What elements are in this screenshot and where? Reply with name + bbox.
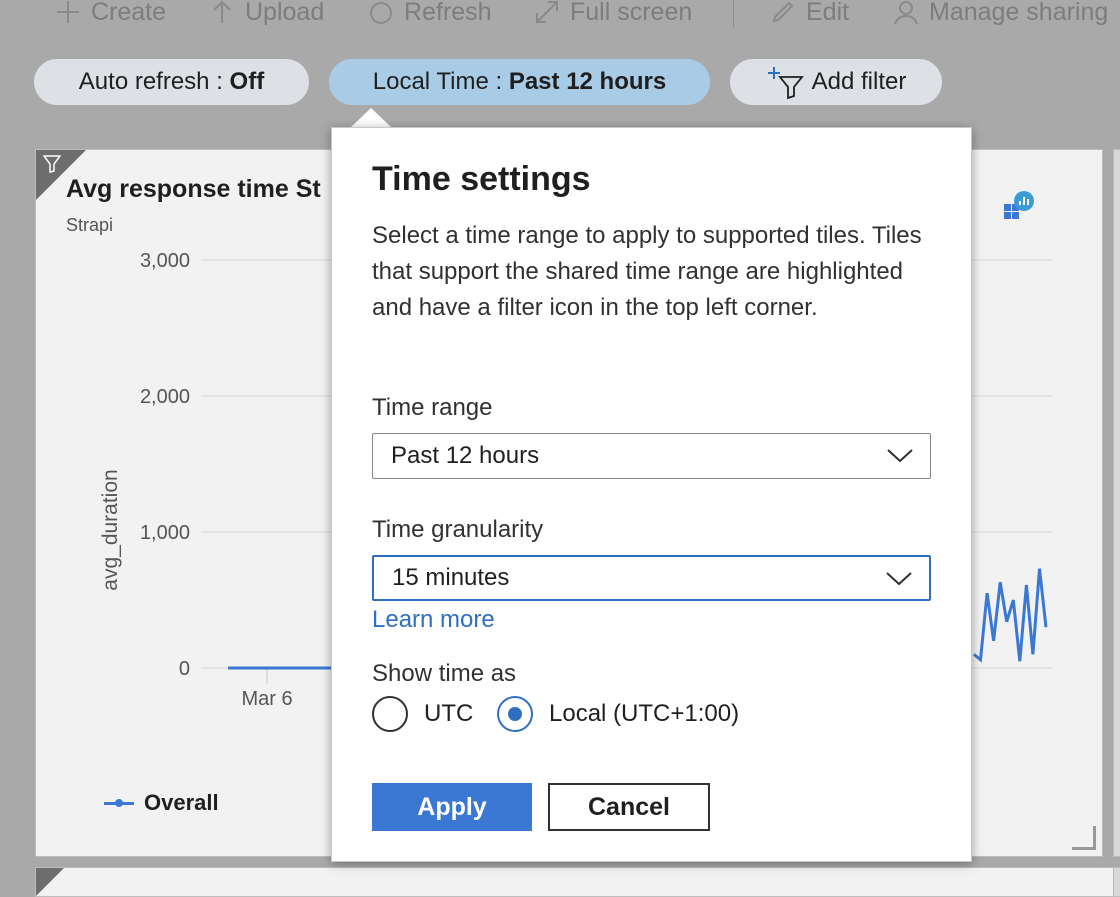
edit-label: Edit <box>806 0 850 26</box>
resize-handle[interactable] <box>1072 826 1096 850</box>
chevron-down-icon <box>887 449 913 463</box>
granularity-value: 15 minutes <box>392 564 510 591</box>
pill-separator: : <box>488 68 509 95</box>
refresh-button[interactable]: Refresh <box>368 0 492 30</box>
refresh-icon <box>370 2 392 24</box>
upload-arrow-icon <box>213 0 231 23</box>
time-settings-popup: Time settings Select a time range to app… <box>331 127 972 862</box>
y-tick-label: 1,000 <box>140 522 190 544</box>
lower-tile[interactable] <box>35 867 1115 897</box>
time-range-value: Past 12 hours <box>391 442 540 469</box>
people-icon <box>894 1 918 25</box>
popup-arrow <box>350 108 392 128</box>
learn-more-link[interactable]: Learn more <box>372 606 495 634</box>
create-button[interactable]: Create <box>55 0 166 30</box>
local-label: Local (UTC+1:00) <box>549 700 740 727</box>
auto-refresh-label: Auto refresh <box>78 68 210 95</box>
upload-label: Upload <box>245 0 325 26</box>
time-range-pill[interactable]: Local Time : Past 12 hours <box>329 59 710 105</box>
local-radio-option[interactable]: Local (UTC+1:00) <box>497 696 739 732</box>
add-filter-icon <box>767 67 804 99</box>
plus-icon <box>57 1 79 23</box>
lower-right-tile-edge <box>1113 867 1120 897</box>
x-tick-label: Mar 6 <box>241 688 292 710</box>
utc-label: UTC <box>424 700 474 727</box>
series-line-overall[interactable] <box>973 568 1048 663</box>
full-screen-button[interactable]: Full screen <box>534 0 692 30</box>
manage-sharing-button[interactable]: Manage sharing <box>893 0 1108 30</box>
command-bar: Create Upload Refresh Full screen Edit M… <box>0 0 1120 30</box>
toolbar-divider <box>733 0 734 28</box>
local-radio[interactable] <box>497 696 533 732</box>
time-range-dropdown[interactable]: Past 12 hours <box>372 433 931 479</box>
full-screen-label: Full screen <box>570 0 693 26</box>
time-label: Local Time <box>372 68 489 95</box>
auto-refresh-value: Off <box>229 68 265 95</box>
create-label: Create <box>91 0 167 26</box>
pill-separator: : <box>209 68 230 95</box>
time-value: Past 12 hours <box>508 68 667 95</box>
full-screen-icon <box>536 1 558 23</box>
auto-refresh-pill[interactable]: Auto refresh : Off <box>34 59 309 105</box>
chart-legend[interactable]: Overall <box>104 790 219 816</box>
utc-radio[interactable] <box>372 696 408 732</box>
granularity-label: Time granularity <box>372 516 544 543</box>
time-range-label: Time range <box>372 394 493 421</box>
chevron-down-icon <box>886 572 912 586</box>
popup-title: Time settings <box>372 160 591 198</box>
legend-series-overall: Overall <box>144 790 219 815</box>
y-tick-label: 2,000 <box>140 386 190 408</box>
show-time-label: Show time as <box>372 660 517 687</box>
upload-button[interactable]: Upload <box>209 0 324 30</box>
shared-time-flag <box>36 868 64 896</box>
pencil-icon <box>772 1 794 23</box>
apply-button[interactable]: Apply <box>372 783 532 831</box>
y-axis-label: avg_duration <box>99 469 122 590</box>
y-tick-label: 0 <box>179 658 190 680</box>
utc-radio-option[interactable]: UTC <box>372 696 473 732</box>
refresh-label: Refresh <box>404 0 492 26</box>
y-tick-label: 3,000 <box>140 250 190 272</box>
cancel-button[interactable]: Cancel <box>548 783 710 831</box>
granularity-dropdown[interactable]: 15 minutes <box>372 555 931 601</box>
manage-sharing-label: Manage sharing <box>929 0 1109 26</box>
add-filter-pill[interactable]: Add filter <box>730 59 942 105</box>
adjacent-tile-edge <box>1113 149 1120 857</box>
add-filter-label: Add filter <box>811 68 907 95</box>
popup-description: Select a time range to apply to supporte… <box>372 222 922 321</box>
edit-button[interactable]: Edit <box>770 0 849 30</box>
legend-swatch <box>104 798 134 807</box>
